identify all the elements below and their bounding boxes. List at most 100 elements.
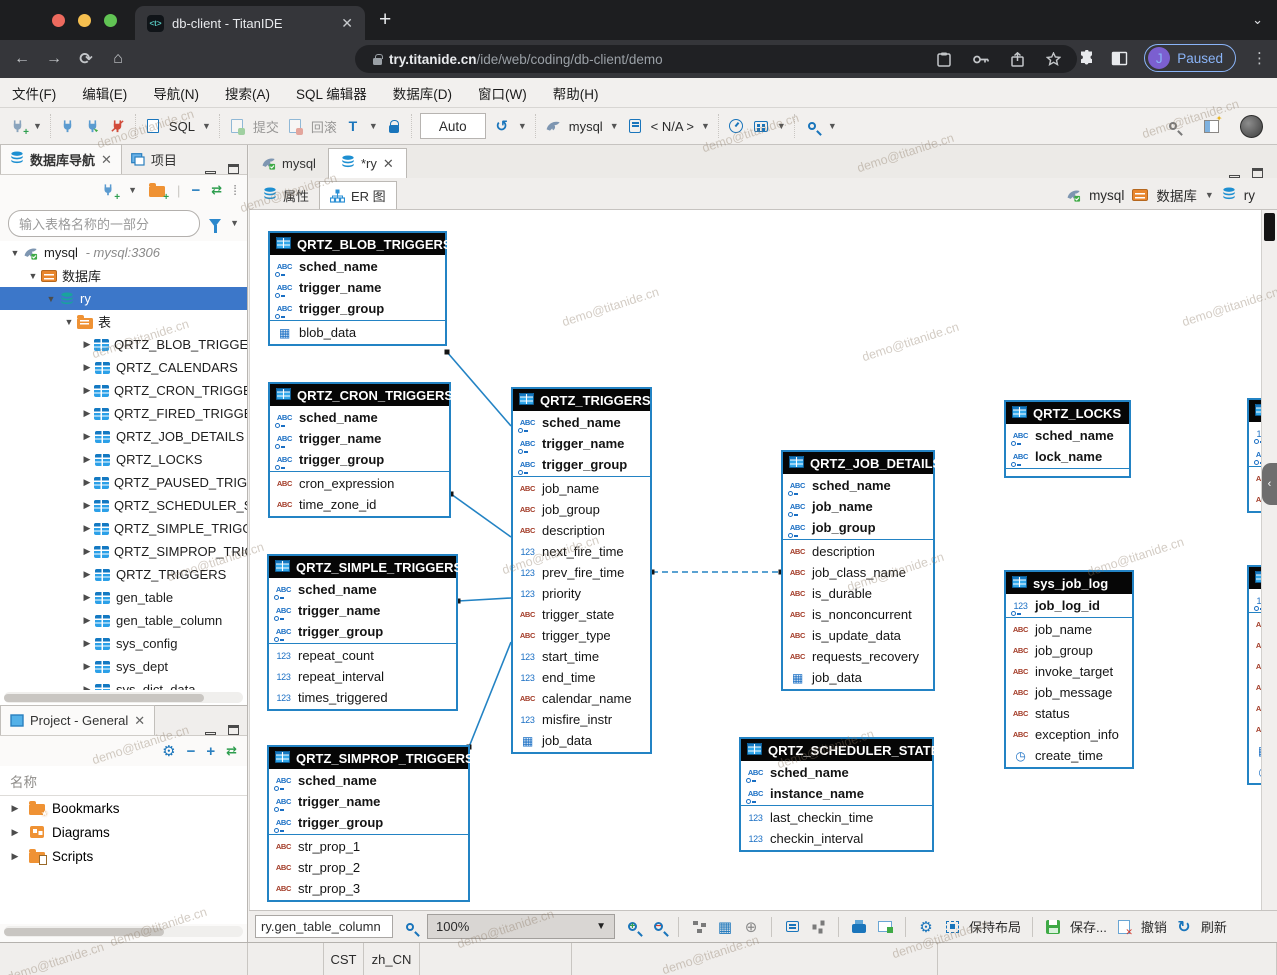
- refresh-tree-button[interactable]: ⇄: [211, 182, 222, 198]
- project-collapse-button[interactable]: −: [187, 743, 196, 760]
- tree-node-QRTZ_BLOB_TRIGGERS[interactable]: ▶ QRTZ_BLOB_TRIGGERS: [0, 333, 247, 356]
- collapsed-arrow-icon[interactable]: ▶: [80, 684, 94, 690]
- er-column-trigger_name[interactable]: ABCtrigger_name: [269, 600, 456, 621]
- home-button[interactable]: ⌂: [102, 50, 134, 68]
- disconnect-button[interactable]: [109, 117, 127, 135]
- er-column-str_prop_3[interactable]: ABCstr_prop_3: [269, 878, 468, 899]
- er-column-partial[interactable]: ABC: [1249, 468, 1261, 489]
- tree-node-QRTZ_LOCKS[interactable]: ▶ QRTZ_LOCKS: [0, 448, 247, 471]
- export-image-button[interactable]: [876, 918, 894, 936]
- menu-item-0[interactable]: 文件(F): [12, 83, 56, 103]
- canvas-vertical-scrollbar[interactable]: [1261, 210, 1277, 910]
- er-column-misfire_instr[interactable]: 123misfire_instr: [513, 709, 650, 730]
- session-manager-button[interactable]: [752, 117, 770, 135]
- er-column-start_time[interactable]: 123start_time: [513, 646, 650, 667]
- active-connection-select[interactable]: mysql: [569, 119, 603, 134]
- er-table-header[interactable]: [1249, 567, 1261, 589]
- er-table-QRTZ_JOB_DETAILS[interactable]: QRTZ_JOB_DETAILS ABCsched_nameABCjob_nam…: [781, 450, 935, 691]
- refresh-button[interactable]: 刷新: [1201, 917, 1227, 936]
- editor-tab-close-icon[interactable]: ✕: [383, 156, 394, 172]
- password-key-icon[interactable]: [973, 55, 989, 64]
- filter-funnel-icon[interactable]: [206, 214, 224, 232]
- window-controls[interactable]: [52, 14, 117, 27]
- collapsed-arrow-icon[interactable]: ▶: [80, 638, 94, 649]
- er-column-trigger_group[interactable]: ABCtrigger_group: [269, 812, 468, 833]
- er-column-lock_name[interactable]: ABClock_name: [1006, 446, 1129, 467]
- reload-button[interactable]: ⟳: [70, 49, 102, 69]
- collapsed-arrow-icon[interactable]: ▶: [80, 592, 94, 603]
- share-icon[interactable]: [1011, 52, 1024, 67]
- collapsed-arrow-icon[interactable]: ▶: [8, 827, 22, 838]
- diagram-settings-button[interactable]: ⚙: [917, 918, 935, 936]
- tree-node-QRTZ_CRON_TRIGGERS[interactable]: ▶ QRTZ_CRON_TRIGGERS: [0, 379, 247, 402]
- er-column-invoke_target[interactable]: ABCinvoke_target: [1006, 661, 1132, 682]
- er-column-trigger_name[interactable]: ABCtrigger_name: [513, 433, 650, 454]
- save-icon[interactable]: [1044, 918, 1062, 936]
- collapsed-arrow-icon[interactable]: ▶: [80, 408, 94, 419]
- er-column-partial[interactable]: ABC: [1249, 614, 1261, 635]
- sql-editor-icon[interactable]: [144, 117, 162, 135]
- tab-projects[interactable]: 项目: [122, 144, 186, 174]
- er-column-partial[interactable]: ABC: [1249, 635, 1261, 656]
- crumb-schema[interactable]: ry: [1244, 188, 1255, 203]
- zoom-in-button[interactable]: +: [623, 918, 641, 936]
- lock-icon[interactable]: [373, 58, 382, 65]
- menu-item-4[interactable]: SQL 编辑器: [296, 83, 367, 103]
- er-column-blob_data[interactable]: ▦blob_data: [270, 322, 445, 343]
- er-column-trigger_group[interactable]: ABCtrigger_group: [513, 454, 650, 475]
- session-manager-caret-icon[interactable]: ▼: [777, 121, 786, 131]
- er-column-partial[interactable]: ABC: [1249, 489, 1261, 510]
- er-column-instance_name[interactable]: ABCinstance_name: [741, 783, 932, 804]
- er-column-times_triggered[interactable]: 123times_triggered: [269, 687, 456, 708]
- user-avatar[interactable]: [1240, 115, 1263, 138]
- tree-node-mysql[interactable]: ▼ mysql - mysql:3306: [0, 241, 247, 264]
- er-column-description[interactable]: ABCdescription: [783, 541, 933, 562]
- er-table-header[interactable]: QRTZ_CRON_TRIGGERS: [270, 384, 449, 406]
- save-button[interactable]: 保存...: [1070, 917, 1107, 936]
- er-column-partial[interactable]: ABC: [1249, 444, 1261, 465]
- er-column-trigger_name[interactable]: ABCtrigger_name: [270, 428, 449, 449]
- er-column-partial[interactable]: ◷: [1249, 761, 1261, 782]
- er-column-repeat_interval[interactable]: 123repeat_interval: [269, 666, 456, 687]
- hierarchy-view-button[interactable]: [809, 918, 827, 936]
- er-column-next_fire_time[interactable]: 123next_fire_time: [513, 541, 650, 562]
- er-column-trigger_group[interactable]: ABCtrigger_group: [270, 298, 445, 319]
- tab-database-navigator[interactable]: 数据库导航 ✕: [0, 144, 122, 174]
- connect-button[interactable]: [59, 117, 77, 135]
- er-column-trigger_name[interactable]: ABCtrigger_name: [270, 277, 445, 298]
- tree-node-QRTZ_TRIGGERS[interactable]: ▶ QRTZ_TRIGGERS: [0, 563, 247, 586]
- expanded-arrow-icon[interactable]: ▼: [8, 248, 22, 258]
- tree-node-QRTZ_SIMPLE_TRIGGERS[interactable]: ▶ QRTZ_SIMPLE_TRIGGERS: [0, 517, 247, 540]
- er-column-exception_info[interactable]: ABCexception_info: [1006, 724, 1132, 745]
- er-table-header[interactable]: QRTZ_SCHEDULER_STATE: [741, 739, 932, 761]
- menu-item-6[interactable]: 窗口(W): [478, 83, 527, 103]
- er-column-sched_name[interactable]: ABCsched_name: [270, 256, 445, 277]
- tree-node-QRTZ_SIMPROP_TRIGGERS[interactable]: ▶ QRTZ_SIMPROP_TRIGGERS: [0, 540, 247, 563]
- er-table-header[interactable]: QRTZ_SIMPLE_TRIGGERS: [269, 556, 456, 578]
- er-column-last_checkin_time[interactable]: 123last_checkin_time: [741, 807, 932, 828]
- collapsed-arrow-icon[interactable]: ▶: [80, 569, 94, 580]
- tree-node-ry[interactable]: ▼ ry: [0, 287, 247, 310]
- er-column-job_group[interactable]: ABCjob_group: [783, 517, 933, 538]
- er-column-description[interactable]: ABCdescription: [513, 520, 650, 541]
- status-cell-3-zh_CN[interactable]: zh_CN: [364, 943, 420, 975]
- er-table-header[interactable]: QRTZ_JOB_DETAILS: [783, 452, 933, 474]
- database-caret-icon[interactable]: ▼: [701, 121, 710, 131]
- er-table-QRTZ_TRIGGERS[interactable]: QRTZ_TRIGGERS ABCsched_nameABCtrigger_na…: [511, 387, 652, 754]
- project-expand-button[interactable]: +: [206, 743, 215, 760]
- fullscreen-window-button[interactable]: [104, 14, 117, 27]
- diagram-search-icon[interactable]: [401, 918, 419, 936]
- er-column-prev_fire_time[interactable]: 123prev_fire_time: [513, 562, 650, 583]
- transaction-mode-button[interactable]: T: [344, 117, 362, 135]
- project-sync-button[interactable]: ⇄: [226, 743, 237, 759]
- tab-search-chevron-icon[interactable]: ⌄: [1252, 12, 1263, 28]
- er-table-header[interactable]: QRTZ_TRIGGERS: [513, 389, 650, 411]
- active-database-select[interactable]: < N/A >: [651, 119, 694, 134]
- browser-tab[interactable]: <t> db-client - TitanIDE ✕: [135, 6, 365, 40]
- new-connection-button[interactable]: +: [8, 117, 26, 135]
- new-connection-caret-icon[interactable]: ▼: [33, 121, 42, 131]
- er-column-trigger_state[interactable]: ABCtrigger_state: [513, 604, 650, 625]
- collapsed-arrow-icon[interactable]: ▶: [80, 431, 94, 442]
- keep-layout-button[interactable]: 保持布局: [969, 917, 1021, 936]
- sql-editor-label[interactable]: SQL: [169, 119, 195, 134]
